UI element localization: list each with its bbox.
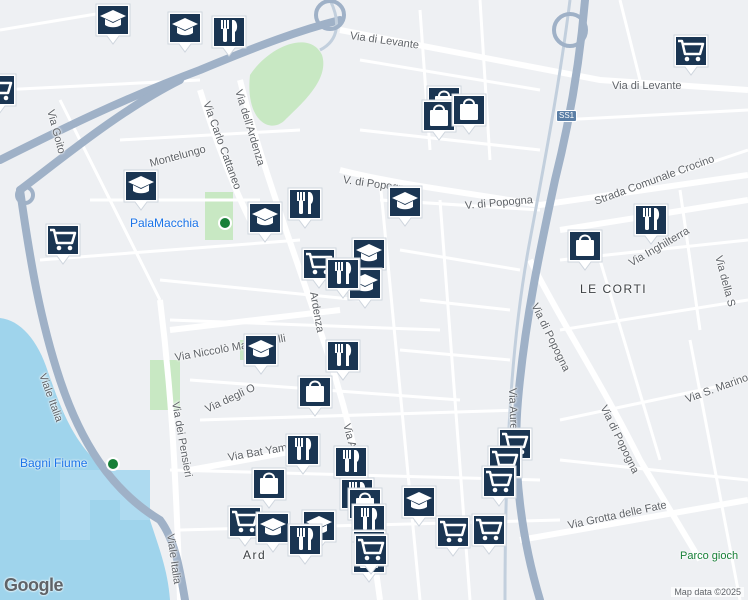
store-marker[interactable]	[566, 228, 604, 272]
google-logo: Google	[4, 575, 64, 595]
graduation-cap-icon	[167, 11, 203, 53]
fork-knife-icon	[287, 187, 323, 229]
school-marker[interactable]	[246, 200, 284, 244]
cart-icon	[471, 513, 507, 555]
graduation-cap-icon	[247, 201, 283, 243]
store-marker[interactable]	[296, 374, 334, 418]
district-label: LE CORTI	[580, 282, 648, 296]
school-marker[interactable]	[400, 484, 438, 528]
map-attribution: Map data ©2025	[671, 587, 744, 597]
restaurant-marker[interactable]	[210, 14, 248, 58]
palamacchia-icon[interactable]	[218, 216, 232, 230]
shopping-bag-icon	[567, 229, 603, 271]
cart-icon	[481, 465, 517, 507]
fork-knife-icon	[633, 203, 669, 245]
shopping-marker[interactable]	[0, 72, 18, 116]
place-label[interactable]: PalaMacchia	[130, 216, 199, 230]
route-shield: SS1	[556, 110, 578, 122]
bagni-fiume-icon[interactable]	[106, 457, 120, 471]
restaurant-marker[interactable]	[286, 522, 324, 566]
shopping-marker[interactable]	[352, 532, 390, 576]
school-marker[interactable]	[94, 2, 132, 46]
restaurant-marker[interactable]	[632, 202, 670, 246]
shopping-marker[interactable]	[44, 222, 82, 266]
graduation-cap-icon	[123, 169, 159, 211]
park-north	[249, 42, 324, 126]
fork-knife-icon	[211, 15, 247, 57]
shopping-bag-icon	[451, 93, 487, 135]
shopping-marker[interactable]	[470, 512, 508, 556]
street-label: Via Aure	[506, 387, 520, 430]
cart-icon	[45, 223, 81, 265]
shopping-marker[interactable]	[672, 33, 710, 77]
shopping-bag-icon	[297, 375, 333, 417]
park-label: Parco gioch	[680, 550, 739, 562]
fork-knife-icon	[285, 433, 321, 475]
school-marker[interactable]	[122, 168, 160, 212]
cart-icon	[435, 515, 471, 557]
shopping-marker[interactable]	[434, 514, 472, 558]
graduation-cap-icon	[243, 333, 279, 375]
map-canvas[interactable]: Via di Levante Via di Levante Via dell'A…	[0, 0, 748, 600]
graduation-cap-icon	[387, 185, 423, 227]
cart-icon	[353, 533, 389, 575]
street-label: Via di Levante	[612, 80, 682, 92]
place-label[interactable]: Bagni Fiume	[20, 456, 87, 470]
school-marker[interactable]	[386, 184, 424, 228]
restaurant-marker[interactable]	[324, 256, 362, 300]
graduation-cap-icon	[95, 3, 131, 45]
restaurant-marker[interactable]	[286, 186, 324, 230]
store-marker[interactable]	[450, 92, 488, 136]
school-marker[interactable]	[166, 10, 204, 54]
cart-icon	[673, 34, 709, 76]
cart-icon	[0, 73, 17, 114]
fork-knife-icon	[325, 257, 361, 299]
shopping-marker[interactable]	[480, 464, 518, 508]
graduation-cap-icon	[401, 485, 437, 527]
school-marker[interactable]	[242, 332, 280, 376]
restaurant-marker[interactable]	[284, 432, 322, 476]
fork-knife-icon	[287, 523, 323, 565]
